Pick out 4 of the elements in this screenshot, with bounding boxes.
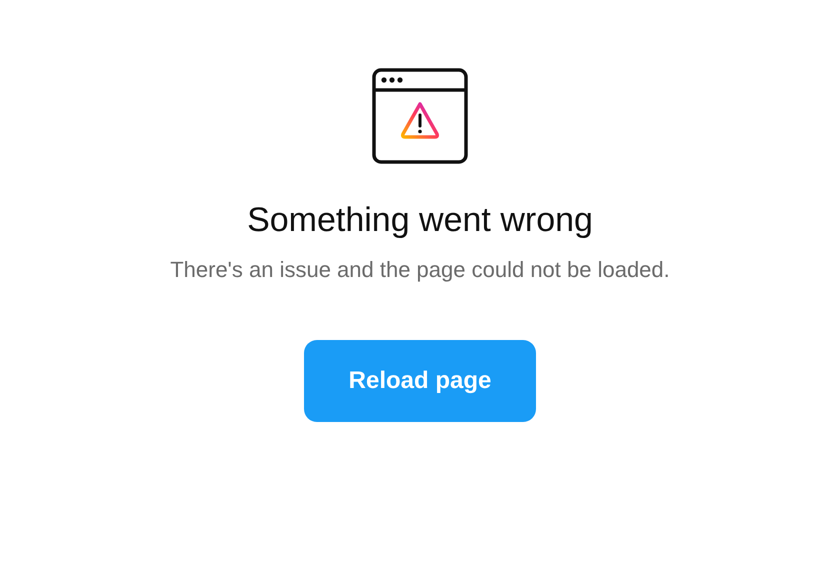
error-title: Something went wrong — [247, 200, 593, 240]
browser-warning-icon — [372, 68, 468, 164]
error-message: There's an issue and the page could not be loaded. — [170, 256, 670, 284]
reload-button[interactable]: Reload page — [304, 340, 536, 422]
